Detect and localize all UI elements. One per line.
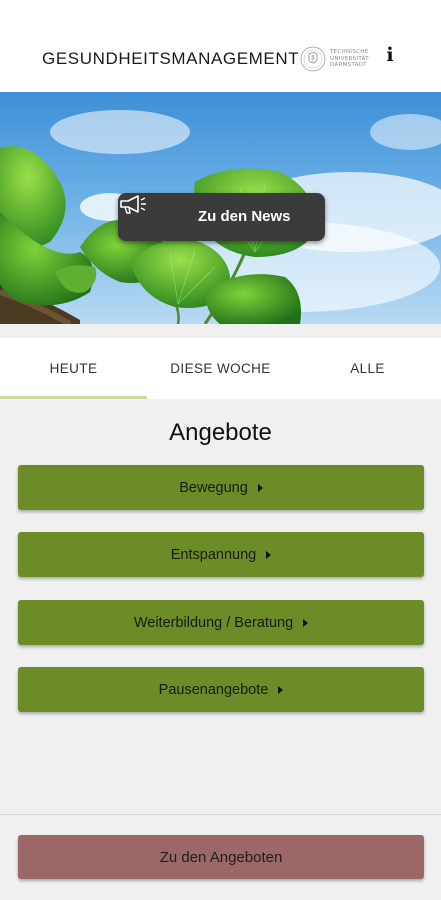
to-offers-button[interactable]: Zu den Angeboten (18, 835, 424, 879)
university-logo: TECHNISCHE UNIVERSITÄT DARMSTADT (300, 44, 378, 74)
caret-right-icon (303, 618, 309, 627)
offer-button-label: Pausenangebote (158, 681, 269, 698)
tab-label: DIESE WOCHE (170, 361, 271, 376)
tab-heute[interactable]: HEUTE (0, 338, 147, 399)
offer-button-bewegung[interactable]: Bewegung (18, 465, 424, 510)
offer-button-entspannung[interactable]: Entspannung (18, 532, 424, 577)
to-offers-button-label: Zu den Angeboten (159, 848, 283, 866)
logo-line: DARMSTADT (330, 62, 367, 69)
tab-label: HEUTE (49, 361, 98, 376)
news-button-label: Zu den News (198, 208, 291, 225)
offer-button-label: Weiterbildung / Beratung (133, 614, 294, 631)
megaphone-icon (120, 195, 146, 214)
logo-text: TECHNISCHE UNIVERSITÄT DARMSTADT (330, 49, 369, 68)
offer-button-label: Entspannung (170, 546, 257, 563)
logo-line: TECHNISCHE (330, 49, 369, 56)
section-title: Angebote (169, 419, 272, 446)
tab-alle[interactable]: ALLE (294, 338, 441, 399)
news-button[interactable]: Zu den News (118, 193, 325, 241)
caret-right-icon (266, 550, 272, 559)
offer-button-label: Bewegung (179, 479, 248, 496)
info-icon[interactable]: i (382, 44, 398, 66)
tab-label: ALLE (350, 361, 385, 376)
caret-right-icon (278, 685, 284, 694)
spacer (0, 324, 441, 338)
offer-button-weiterbildung[interactable]: Weiterbildung / Beratung (18, 600, 424, 645)
tab-diese-woche[interactable]: DIESE WOCHE (147, 338, 294, 399)
tab-bar: HEUTE DIESE WOCHE ALLE (0, 338, 441, 399)
tu-darmstadt-seal-icon (300, 46, 326, 72)
app-title: GESUNDHEITSMANAGEMENT (42, 49, 300, 68)
hero-image: Zu den News (0, 92, 441, 324)
app-header: GESUNDHEITSMANAGEMENT TECHNISCHE UNIVERS… (0, 0, 441, 92)
divider (0, 814, 441, 815)
offer-button-pausenangebote[interactable]: Pausenangebote (18, 667, 424, 712)
caret-right-icon (257, 483, 263, 492)
